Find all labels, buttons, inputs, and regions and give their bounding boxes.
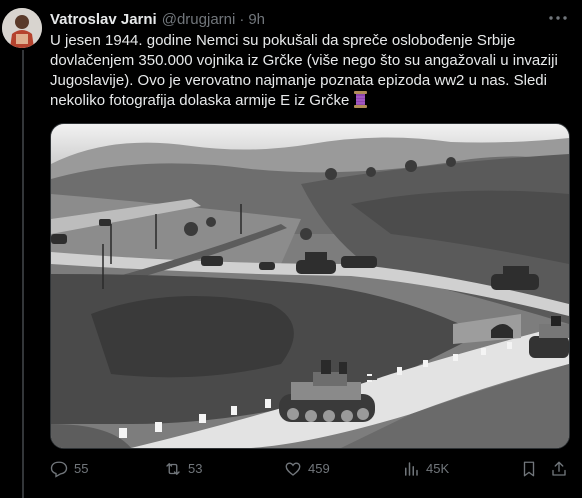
views-count: 45K <box>426 461 450 476</box>
photo-tanks-on-road <box>51 124 569 448</box>
tweet-time[interactable]: 9h <box>248 11 265 28</box>
author-name[interactable]: Vatroslav Jarni <box>50 11 157 28</box>
retweet-icon <box>166 463 180 475</box>
separator-dot: · <box>239 10 245 28</box>
views-button[interactable]: 45K <box>402 458 449 480</box>
views-icon <box>405 462 418 476</box>
retweet-button[interactable]: 53 <box>164 458 202 480</box>
tweet-text: U jesen 1944. godine Nemci su pokušali d… <box>50 31 570 111</box>
reply-count: 55 <box>74 461 89 476</box>
avatar[interactable] <box>2 8 42 48</box>
bookmark-icon <box>523 461 535 477</box>
tweet-photo[interactable] <box>50 123 570 449</box>
reply-icon <box>50 461 68 478</box>
share-icon <box>552 461 566 476</box>
tweet-header: Vatroslav Jarni @drugjarni · 9h <box>50 9 572 29</box>
more-icon[interactable] <box>548 10 568 26</box>
tweet-body: U jesen 1944. godine Nemci su pokušali d… <box>50 32 562 109</box>
share-button[interactable] <box>550 458 574 480</box>
reply-button[interactable]: 55 <box>50 458 88 480</box>
heart-icon <box>285 462 301 476</box>
bookmark-button[interactable] <box>520 458 544 480</box>
retweet-count: 53 <box>188 461 203 476</box>
thread-line <box>22 50 24 498</box>
like-button[interactable]: 459 <box>284 458 330 480</box>
thread-spool-icon <box>353 91 368 108</box>
like-count: 459 <box>308 461 330 476</box>
tweet-actions: 55 53 459 45K <box>50 458 572 480</box>
avatar-image <box>2 8 42 48</box>
author-handle[interactable]: @drugjarni <box>162 11 236 28</box>
